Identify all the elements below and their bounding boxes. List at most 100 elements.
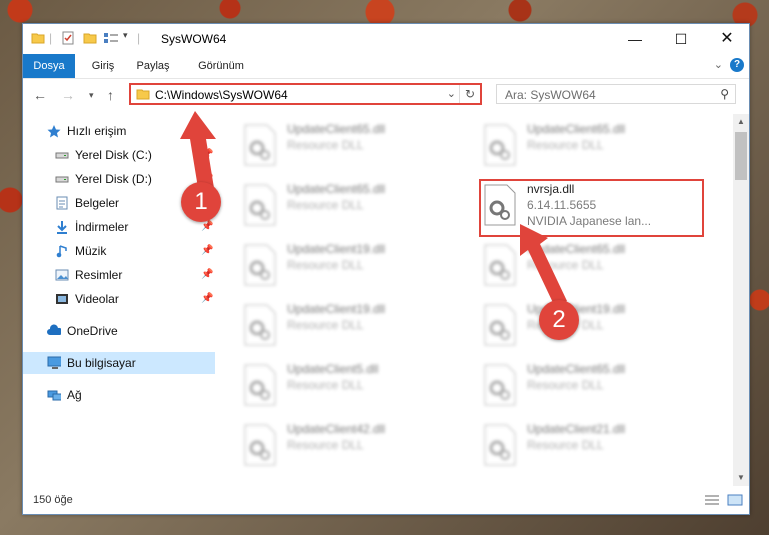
cloud-icon xyxy=(47,324,61,335)
view-buttons xyxy=(704,494,743,509)
tiles-view-icon[interactable] xyxy=(727,494,743,506)
sidebar-item-label: Yerel Disk (D:) xyxy=(75,172,152,186)
pin-icon[interactable]: 📌 xyxy=(201,144,213,166)
recent-locations-chevron-icon[interactable]: ▾ xyxy=(89,90,94,101)
dll-file-icon xyxy=(484,364,516,406)
file-name: UpdateClient65.dll xyxy=(287,122,386,136)
separator: | xyxy=(49,31,53,45)
folder-icon xyxy=(136,89,150,100)
tab-home[interactable]: Giriş xyxy=(85,54,121,78)
item-count: 150 öğe xyxy=(33,494,73,506)
list-item[interactable]: UpdateClient21.dll Resource DLL xyxy=(483,422,683,474)
minimize-button[interactable]: — xyxy=(612,24,658,54)
refresh-icon[interactable]: ↻ xyxy=(459,85,480,103)
scroll-up-icon[interactable]: ▲ xyxy=(733,114,749,130)
sidebar-item-pictures[interactable]: Resimler 📌 xyxy=(23,264,215,286)
scroll-down-icon[interactable]: ▼ xyxy=(733,470,749,486)
dll-file-icon xyxy=(484,244,516,286)
sidebar-item-this-pc[interactable]: Bu bilgisayar xyxy=(23,352,215,374)
properties-icon[interactable] xyxy=(61,31,75,45)
list-item[interactable]: UpdateClient19.dll Resource DLL xyxy=(243,242,443,294)
address-path: C:\Windows\SysWOW64 xyxy=(155,88,288,102)
downloads-icon xyxy=(57,221,67,234)
scrollbar-thumb[interactable] xyxy=(735,132,747,180)
pin-icon[interactable]: 📌 xyxy=(201,264,213,286)
new-folder-icon[interactable] xyxy=(83,31,97,45)
documents-icon xyxy=(56,196,68,210)
maximize-button[interactable]: ☐ xyxy=(658,24,704,54)
step-badge-2: 2 xyxy=(539,300,579,340)
sidebar-item-label: Videolar xyxy=(75,292,119,306)
details-view-icon[interactable] xyxy=(704,494,720,506)
sidebar-item-videos[interactable]: Videolar 📌 xyxy=(23,288,215,310)
list-item[interactable]: UpdateClient65.dll Resource DLL xyxy=(243,122,443,174)
list-item[interactable]: UpdateClient65.dll Resource DLL xyxy=(243,182,443,234)
tab-share[interactable]: Paylaş xyxy=(133,54,173,78)
sidebar-item-onedrive[interactable]: OneDrive xyxy=(23,320,215,342)
chevron-down-icon[interactable]: ▾ xyxy=(123,30,128,41)
list-item[interactable]: UpdateClient5.dll Resource DLL xyxy=(243,362,443,414)
file-type: Resource DLL xyxy=(287,318,364,332)
window-title: SysWOW64 xyxy=(161,32,227,46)
chevron-down-icon[interactable]: ⌄ xyxy=(447,87,456,100)
file-type: Resource DLL xyxy=(527,438,604,452)
search-icon[interactable]: ⚲ xyxy=(720,87,729,101)
dll-file-icon xyxy=(244,184,276,226)
up-arrow-icon[interactable]: ↑ xyxy=(107,87,114,103)
pictures-icon xyxy=(55,269,69,281)
pin-icon[interactable]: 📌 xyxy=(201,288,213,310)
dll-file-icon xyxy=(484,304,516,346)
list-item[interactable]: UpdateClient65.dll Resource DLL xyxy=(483,242,683,294)
navigation-bar: ← → ▾ ↑ C:\Windows\SysWOW64 ⌄ ↻ Ara: Sys… xyxy=(23,79,749,111)
search-box[interactable]: Ara: SysWOW64 ⚲ xyxy=(496,84,736,104)
sidebar-item-quick-access[interactable]: Hızlı erişim xyxy=(23,120,215,142)
file-name: UpdateClient65.dll xyxy=(527,242,626,256)
separator: | xyxy=(137,31,141,45)
sidebar-item-label: Bu bilgisayar xyxy=(67,356,136,370)
list-item[interactable]: UpdateClient19.dll Resource DLL xyxy=(243,302,443,354)
chevron-down-icon[interactable]: ⌄ xyxy=(714,58,723,71)
file-name: UpdateClient65.dll xyxy=(527,122,626,136)
file-name: UpdateClient5.dll xyxy=(287,362,379,376)
sidebar-item-label: Resimler xyxy=(75,268,123,282)
file-name: UpdateClient65.dll xyxy=(527,362,626,376)
sidebar-item-label: Ağ xyxy=(67,388,82,402)
drive-icon xyxy=(55,152,69,159)
sidebar-item-label: Müzik xyxy=(75,244,107,258)
sidebar-item-downloads[interactable]: İndirmeler 📌 xyxy=(23,216,215,238)
ribbon: Dosya Giriş Paylaş Görünüm ⌄ ? xyxy=(23,54,749,79)
file-type: Resource DLL xyxy=(287,258,364,272)
sidebar-item-label: Hızlı erişim xyxy=(67,124,127,138)
file-name: UpdateClient42.dll xyxy=(287,422,386,436)
vertical-scrollbar[interactable]: ▲ ▼ xyxy=(733,114,749,486)
file-type: Resource DLL xyxy=(527,138,604,152)
step-badge-1: 1 xyxy=(181,182,221,222)
tab-file[interactable]: Dosya xyxy=(23,54,75,78)
customize-toolbar-icon[interactable] xyxy=(103,31,121,45)
list-item[interactable]: UpdateClient65.dll Resource DLL xyxy=(483,362,683,414)
computer-icon xyxy=(47,356,61,369)
help-icon[interactable]: ? xyxy=(730,58,744,72)
list-item[interactable]: UpdateClient42.dll Resource DLL xyxy=(243,422,443,474)
folder-icon xyxy=(31,33,45,44)
address-bar[interactable]: C:\Windows\SysWOW64 ⌄ ↻ xyxy=(129,83,482,105)
dll-file-icon xyxy=(244,244,276,286)
sidebar-item-label: OneDrive xyxy=(67,324,118,338)
pin-icon[interactable]: 📌 xyxy=(201,240,213,262)
sidebar-item-local-disk-c[interactable]: Yerel Disk (C:) 📌 xyxy=(23,144,215,166)
search-placeholder: Ara: SysWOW64 xyxy=(505,88,596,102)
back-arrow-icon[interactable]: ← xyxy=(33,87,47,103)
list-item[interactable]: UpdateClient65.dll Resource DLL xyxy=(483,122,683,174)
file-type: Resource DLL xyxy=(527,378,604,392)
sidebar-item-network[interactable]: Ağ xyxy=(23,384,215,406)
file-type: Resource DLL xyxy=(287,138,364,152)
navigation-pane: Hızlı erişim Yerel Disk (C:) 📌 Yerel Dis… xyxy=(23,114,219,486)
file-type: Resource DLL xyxy=(287,198,364,212)
sidebar-item-music[interactable]: Müzik 📌 xyxy=(23,240,215,262)
tab-view[interactable]: Görünüm xyxy=(193,54,249,78)
forward-arrow-icon[interactable]: → xyxy=(61,87,75,103)
list-item[interactable]: UpdateClient19.dll Resource DLL xyxy=(483,302,683,354)
drive-icon xyxy=(55,176,69,183)
file-type: Resource DLL xyxy=(287,438,364,452)
close-button[interactable]: ✕ xyxy=(704,24,750,54)
